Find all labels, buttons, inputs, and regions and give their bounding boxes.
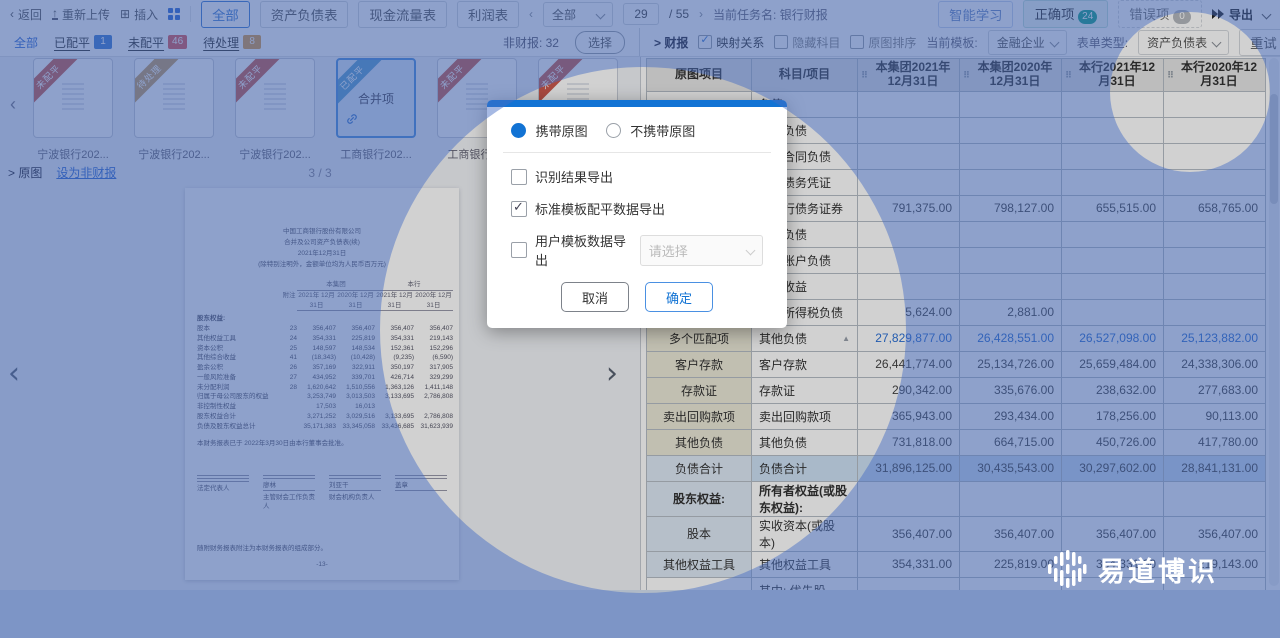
- user-template-label: 用户模板数据导出: [535, 231, 628, 269]
- cancel-button[interactable]: 取消: [561, 282, 629, 312]
- dialog-header-bar: [487, 100, 787, 107]
- brand-name: 易道博识: [1098, 550, 1218, 589]
- standard-template-label: 标准模板配平数据导出: [535, 199, 665, 218]
- recognition-export-label: 识别结果导出: [535, 167, 613, 186]
- user-template-checkbox[interactable]: 用户模板数据导出 请选择: [511, 231, 763, 269]
- radio-without-origin[interactable]: 不携带原图: [606, 121, 696, 140]
- radio-unselected-icon: [606, 123, 621, 138]
- user-checkbox-box: [511, 242, 527, 258]
- confirm-button[interactable]: 确定: [645, 282, 713, 312]
- user-template-placeholder: 请选择: [649, 241, 688, 260]
- radio-with-origin-label: 携带原图: [536, 124, 588, 139]
- radio-with-origin[interactable]: 携带原图: [511, 121, 588, 140]
- brand-wave-icon: [1046, 548, 1088, 590]
- radio-selected-icon: [511, 123, 526, 138]
- export-dialog: 携带原图 不携带原图 识别结果导出 标准模板配平数据导出 用户模板数据导出: [487, 100, 787, 328]
- dialog-divider: [503, 152, 771, 153]
- recognition-checkbox-box: [511, 169, 527, 185]
- standard-checkbox-box: [511, 201, 527, 217]
- standard-template-checkbox[interactable]: 标准模板配平数据导出: [511, 199, 763, 218]
- radio-without-origin-label: 不携带原图: [630, 124, 695, 139]
- recognition-export-checkbox[interactable]: 识别结果导出: [511, 167, 763, 186]
- user-template-select[interactable]: 请选择: [640, 235, 763, 266]
- brand-logo: 易道博识: [1046, 548, 1218, 590]
- app-window: ‹ 返回 ↑ 重新上传 ⊞ 插入 全部 资产负债表 现金流量表 利润表 ‹ 全部…: [0, 0, 1280, 638]
